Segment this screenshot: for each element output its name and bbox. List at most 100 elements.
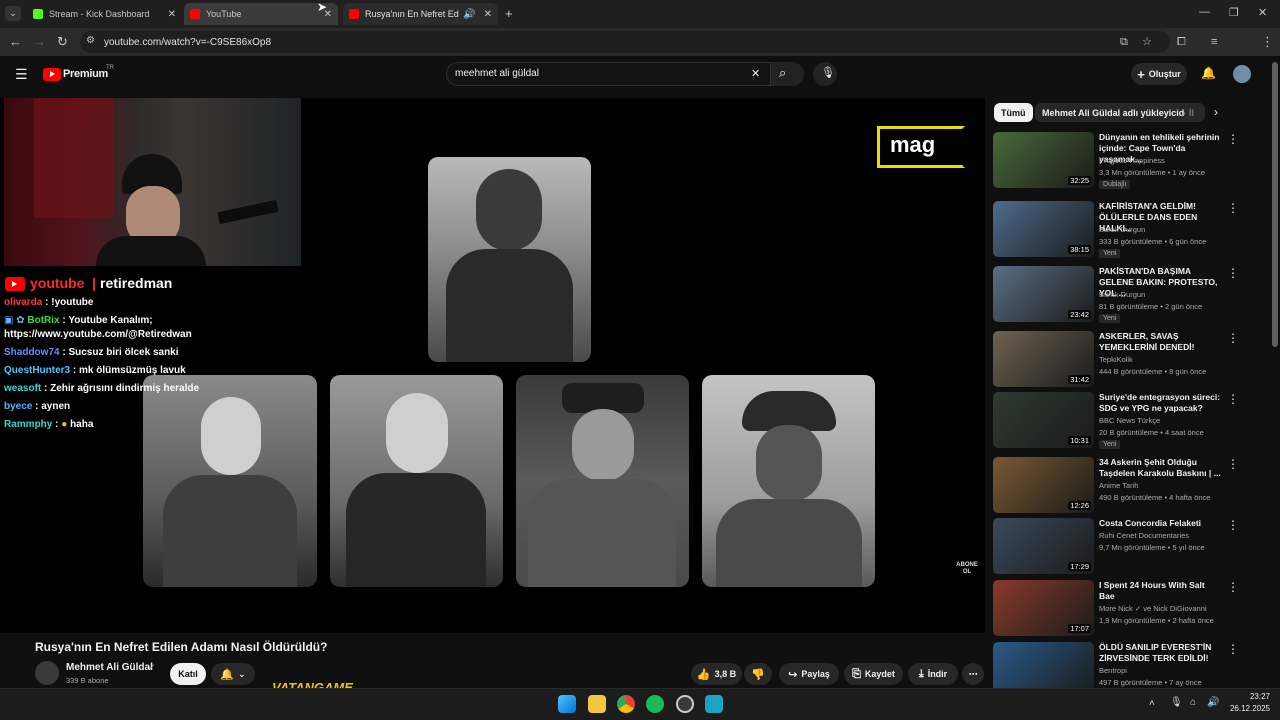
recommendation-channel[interactable]: Burak Durgun xyxy=(1099,225,1145,234)
video-thumbnail[interactable]: 17:07 xyxy=(993,580,1094,636)
video-thumbnail[interactable]: 38:15 xyxy=(993,201,1094,257)
tab-kick-dashboard[interactable]: Stream - Kick Dashboard ✕ xyxy=(27,3,182,25)
maximize-icon[interactable]: ❐ xyxy=(1229,6,1239,19)
windows-start-icon[interactable] xyxy=(558,695,576,713)
recommendation-item[interactable]: 17:29 Costa Concordia Felaketi Ruhi Cenet … xyxy=(993,518,1263,574)
file-explorer-icon[interactable] xyxy=(588,695,606,713)
recommendation-title[interactable]: 34 Askerin Şehit Olduğu Taşdelen Karakol… xyxy=(1099,457,1221,479)
dislike-button[interactable]: 👎 xyxy=(744,663,772,685)
tab-youtube[interactable]: YouTube ✕ xyxy=(184,3,338,25)
network-icon[interactable]: ⌂ xyxy=(1190,697,1196,708)
recommendation-item[interactable]: 10:31 Suriye'de entegrasyon süreci: SDG v… xyxy=(993,392,1263,449)
save-button[interactable]: ⎘ Kaydet xyxy=(844,663,903,685)
volume-icon[interactable]: 🔊 xyxy=(1207,697,1219,708)
recommendation-item[interactable]: 23:42 PAKİSTAN'DA BAŞIMA GELENE BAKIN: PR… xyxy=(993,266,1263,323)
chat-message: QuestHunter3 : mk ölümsüzmüş lavuk xyxy=(4,365,186,376)
notifications-bell-icon[interactable]: 🔔 xyxy=(1201,66,1216,80)
close-tab-icon[interactable]: ✕ xyxy=(168,9,176,20)
back-icon[interactable]: ← xyxy=(9,34,22,50)
site-info-icon[interactable]: ⚙ xyxy=(86,35,95,46)
clock-time[interactable]: 23:27 xyxy=(1230,692,1270,701)
close-tab-icon[interactable]: ✕ xyxy=(484,9,492,20)
recommendation-channel[interactable]: BBC News Türkçe xyxy=(1099,416,1160,425)
recommendation-item[interactable]: 32:25 Dünyanın en tehlikeli şehrinin için… xyxy=(993,132,1263,189)
share-button[interactable]: ↪ Paylaş xyxy=(779,663,839,685)
more-options-icon[interactable]: ⋮ xyxy=(1227,580,1239,594)
more-options-icon[interactable]: ⋮ xyxy=(1227,132,1239,146)
tab-search-button[interactable]: ⌄ xyxy=(5,6,21,21)
menu-dots-icon[interactable]: ⋮ xyxy=(1261,34,1274,50)
recommendation-title[interactable]: Costa Concordia Felaketi xyxy=(1099,518,1221,529)
recommendation-item[interactable]: 31:42 ASKERLER, SAVAŞ YEMEKLERİNİ DENEDİ!… xyxy=(993,331,1263,387)
video-duration: 31:42 xyxy=(1068,375,1091,384)
audio-playing-icon[interactable]: 🔊 xyxy=(463,9,475,20)
spotify-icon[interactable] xyxy=(646,695,664,713)
chrome-icon[interactable] xyxy=(617,695,635,713)
recommendation-channel[interactable]: Bentropi xyxy=(1099,666,1127,675)
recommendation-title[interactable]: ÖLDÜ SANILIP EVEREST'İN ZİRVESİNDE TERK … xyxy=(1099,642,1221,664)
extensions-icon[interactable]: ⧠ xyxy=(1177,34,1186,50)
recommendation-channel[interactable]: More Nick ✓ ve Nick DiGiovanni xyxy=(1099,604,1207,613)
forward-icon[interactable]: → xyxy=(33,34,46,50)
bookmark-star-icon[interactable]: ☆ xyxy=(1142,34,1152,50)
recommendation-item[interactable]: 12:26 34 Askerin Şehit Olduğu Taşdelen Ka… xyxy=(993,457,1263,513)
hamburger-menu-icon[interactable]: ☰ xyxy=(15,66,28,83)
video-thumbnail[interactable]: 32:25 xyxy=(993,132,1094,188)
create-button[interactable]: + Oluştur xyxy=(1131,63,1187,85)
recommendation-channel[interactable]: Burak Durgun xyxy=(1099,290,1145,299)
recommendation-item[interactable]: 38:15 KAFİRİSTAN'A GELDİM! ÖLÜLERLE DANS … xyxy=(993,201,1263,258)
minimize-icon[interactable]: — xyxy=(1199,6,1210,18)
chip-uploader[interactable]: Mehmet Ali Güldal adlı yükleyiciden xyxy=(1035,103,1202,122)
channel-name[interactable]: Mehmet Ali Güldal xyxy=(66,662,153,673)
join-button[interactable]: Katıl xyxy=(170,663,206,685)
subscribe-notifications-button[interactable]: 🔔 ⌄ xyxy=(211,663,255,685)
recommendation-channel[interactable]: Ruhi Cenet Documentaries xyxy=(1099,531,1189,540)
close-window-icon[interactable]: ✕ xyxy=(1258,6,1267,19)
media-control-icon[interactable]: ≡ xyxy=(1211,34,1217,50)
recommendation-channel[interactable]: Progetto Happiness xyxy=(1099,156,1165,165)
recommendation-title[interactable]: Suriye'de entegrasyon süreci: SDG ve YPG… xyxy=(1099,392,1221,414)
recommendation-meta: 20 B görüntüleme • 4 saat önce xyxy=(1099,428,1204,437)
clock-date[interactable]: 26.12.2025 xyxy=(1222,704,1270,713)
chevron-right-icon[interactable]: › xyxy=(1214,105,1218,119)
video-thumbnail[interactable]: 10:31 xyxy=(993,392,1094,448)
obs-icon[interactable] xyxy=(676,695,694,713)
more-options-icon[interactable]: ⋮ xyxy=(1227,457,1239,471)
new-tab-button[interactable]: + xyxy=(505,6,513,21)
video-thumbnail[interactable]: 31:42 xyxy=(993,331,1094,387)
tab-active-video[interactable]: Rusya'nın En Nefret Edilen 🔊 ✕ xyxy=(343,3,498,25)
tray-chevron-icon[interactable]: ˄ xyxy=(1149,698,1155,709)
more-options-icon[interactable]: ⋮ xyxy=(1227,642,1239,656)
clear-search-icon[interactable]: ✕ xyxy=(751,67,760,80)
more-options-icon[interactable]: ⋮ xyxy=(1227,331,1239,345)
more-options-icon[interactable]: ⋮ xyxy=(1227,201,1239,215)
more-options-icon[interactable]: ⋮ xyxy=(1227,518,1239,532)
app-icon[interactable] xyxy=(705,695,723,713)
recommendation-channel[interactable]: Anime Tarih xyxy=(1099,481,1138,490)
search-input[interactable]: meehmet ali güldal xyxy=(455,68,539,79)
video-thumbnail[interactable]: 17:29 xyxy=(993,518,1094,574)
more-actions-button[interactable]: ⋯ xyxy=(962,663,984,685)
premium-logo-text[interactable]: Premium xyxy=(63,68,108,80)
chip-all[interactable]: Tümü xyxy=(994,103,1033,122)
like-button[interactable]: 👍 3,8 B xyxy=(691,663,742,685)
download-icon: ⤓ xyxy=(918,667,924,680)
chip-related[interactable]: İl xyxy=(1185,103,1205,122)
download-button[interactable]: ⤓ İndir xyxy=(908,663,958,685)
recommendation-channel[interactable]: TepkiKolik xyxy=(1099,355,1133,364)
page-scrollbar[interactable] xyxy=(1272,62,1278,347)
cast-icon[interactable]: ⧉ xyxy=(1120,34,1128,50)
tray-mic-icon[interactable]: 🎙 xyxy=(1170,697,1183,708)
recommendation-title[interactable]: ASKERLER, SAVAŞ YEMEKLERİNİ DENEDİ! xyxy=(1099,331,1221,353)
channel-avatar[interactable] xyxy=(35,661,59,685)
reload-icon[interactable]: ↻ xyxy=(57,34,68,50)
video-thumbnail[interactable]: 12:26 xyxy=(993,457,1094,513)
more-options-icon[interactable]: ⋮ xyxy=(1227,266,1239,280)
search-button[interactable] xyxy=(770,62,804,86)
save-label: Kaydet xyxy=(864,669,895,679)
more-options-icon[interactable]: ⋮ xyxy=(1227,392,1239,406)
recommendation-title[interactable]: I Spent 24 Hours With Salt Bae xyxy=(1099,580,1221,602)
account-avatar[interactable] xyxy=(1233,65,1251,83)
recommendation-item[interactable]: 17:07 I Spent 24 Hours With Salt Bae More … xyxy=(993,580,1263,636)
video-thumbnail[interactable]: 23:42 xyxy=(993,266,1094,322)
